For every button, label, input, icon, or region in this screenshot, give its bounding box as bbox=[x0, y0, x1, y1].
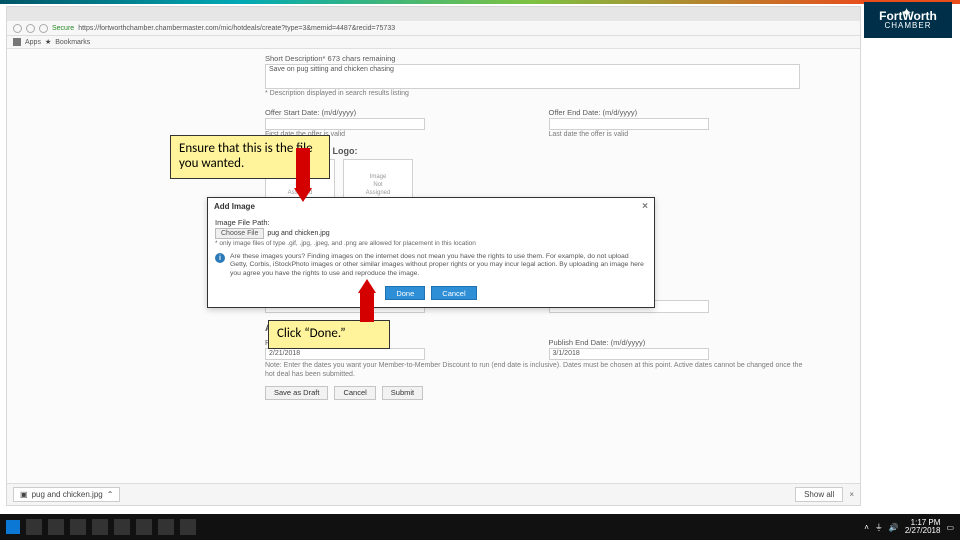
submit-button[interactable]: Submit bbox=[382, 386, 423, 400]
bookmarks-label[interactable]: Bookmarks bbox=[55, 39, 90, 46]
pub-end-label: Publish End Date: (m/d/yyyy) bbox=[549, 338, 811, 347]
short-desc-label: Short Description* 673 chars remaining bbox=[265, 54, 810, 63]
save-draft-button[interactable]: Save as Draft bbox=[265, 386, 328, 400]
tray-up-icon[interactable]: ˄ bbox=[864, 523, 869, 532]
store-icon[interactable] bbox=[114, 519, 130, 535]
page-body: Short Description* 673 chars remaining S… bbox=[7, 49, 860, 483]
callout-click-done: Click “Done.” bbox=[268, 320, 390, 349]
chrome-icon[interactable] bbox=[158, 519, 174, 535]
brand-stripe bbox=[0, 0, 960, 4]
chosen-file-name: pug and chicken.jpg bbox=[267, 230, 329, 237]
edge-icon[interactable] bbox=[92, 519, 108, 535]
image-icon: ▣ bbox=[20, 490, 28, 499]
reload-icon[interactable] bbox=[39, 24, 48, 33]
download-bar: ▣ pug and chicken.jpg ⌃ Show all × bbox=[7, 483, 860, 505]
chevron-down-icon[interactable]: ⌃ bbox=[107, 490, 114, 499]
offer-end-input[interactable] bbox=[549, 118, 709, 130]
short-desc-textarea[interactable]: Save on pug sitting and chicken chasing bbox=[265, 64, 800, 89]
windows-taskbar: ˄ ⏚ 🔊 1:17 PM 2/27/2018 ▭ bbox=[0, 514, 960, 540]
file-explorer-icon[interactable] bbox=[70, 519, 86, 535]
add-image-modal: Add Image × Image File Path: Choose File… bbox=[207, 197, 655, 308]
info-icon: i bbox=[215, 253, 225, 263]
offer-end-hint: Last date the offer is valid bbox=[549, 131, 811, 138]
secure-indicator: Secure bbox=[52, 25, 74, 32]
notification-icon[interactable]: ▭ bbox=[946, 523, 954, 532]
logo-slot-text: Not bbox=[344, 182, 412, 188]
browser-address-bar: Secure https://fortworthchamber.chamberm… bbox=[7, 21, 860, 36]
pub-start-input[interactable]: 2/21/2018 bbox=[265, 348, 425, 360]
file-types-hint: * only image files of type .gif, .jpg, .… bbox=[215, 240, 647, 247]
apps-icon[interactable] bbox=[13, 38, 21, 46]
image-rights-warning: Are these images yours? Finding images o… bbox=[230, 253, 647, 278]
powerpoint-icon[interactable] bbox=[180, 519, 196, 535]
browser-window: Secure https://fortworthchamber.chamberm… bbox=[6, 6, 861, 506]
done-button[interactable]: Done bbox=[385, 286, 425, 300]
logo-heading: Search Results Logo: bbox=[265, 146, 810, 156]
offer-start-input[interactable] bbox=[265, 118, 425, 130]
bookmarks-bar: Apps ★ Bookmarks bbox=[7, 36, 860, 49]
choose-file-button[interactable]: Choose File bbox=[215, 228, 264, 239]
pub-end-input[interactable]: 3/1/2018 bbox=[549, 348, 709, 360]
close-download-bar-icon[interactable]: × bbox=[849, 490, 854, 499]
download-chip[interactable]: ▣ pug and chicken.jpg ⌃ bbox=[13, 487, 120, 502]
network-icon[interactable]: ⏚ bbox=[875, 522, 883, 533]
show-all-button[interactable]: Show all bbox=[795, 487, 843, 502]
offer-end-label: Offer End Date: (m/d/yyyy) bbox=[549, 108, 811, 117]
logo-line2: CHAMBER bbox=[884, 22, 931, 30]
date-text: 2/27/2018 bbox=[905, 527, 941, 535]
modal-title: Add Image bbox=[214, 202, 255, 211]
offer-start-label: Offer Start Date: (m/d/yyyy) bbox=[265, 108, 527, 117]
download-filename: pug and chicken.jpg bbox=[32, 490, 103, 499]
search-icon[interactable] bbox=[26, 519, 42, 535]
logo-slot-text: Assigned bbox=[344, 190, 412, 196]
start-button-icon[interactable] bbox=[6, 520, 20, 534]
clock[interactable]: 1:17 PM 2/27/2018 bbox=[905, 519, 941, 535]
volume-icon[interactable]: 🔊 bbox=[889, 523, 899, 532]
outlook-icon[interactable] bbox=[136, 519, 152, 535]
url-text[interactable]: https://fortworthchamber.chambermaster.c… bbox=[78, 25, 395, 32]
star-icon: ✦ bbox=[901, 6, 912, 19]
modal-cancel-button[interactable]: Cancel bbox=[431, 286, 476, 300]
image-path-label: Image File Path: bbox=[215, 218, 647, 227]
task-view-icon[interactable] bbox=[48, 519, 64, 535]
fort-worth-chamber-logo: ✦ FortWorth CHAMBER bbox=[864, 2, 952, 38]
cancel-button[interactable]: Cancel bbox=[334, 386, 375, 400]
logo-slot-text: Image bbox=[344, 174, 412, 180]
apps-label[interactable]: Apps bbox=[25, 39, 41, 46]
bookmark-star-icon: ★ bbox=[45, 38, 51, 46]
dates-note: Note: Enter the dates you want your Memb… bbox=[265, 362, 810, 380]
back-icon[interactable] bbox=[13, 24, 22, 33]
browser-tabstrip bbox=[7, 7, 860, 21]
short-desc-hint: * Description displayed in search result… bbox=[265, 90, 810, 97]
forward-icon[interactable] bbox=[26, 24, 35, 33]
close-icon[interactable]: × bbox=[642, 201, 648, 212]
